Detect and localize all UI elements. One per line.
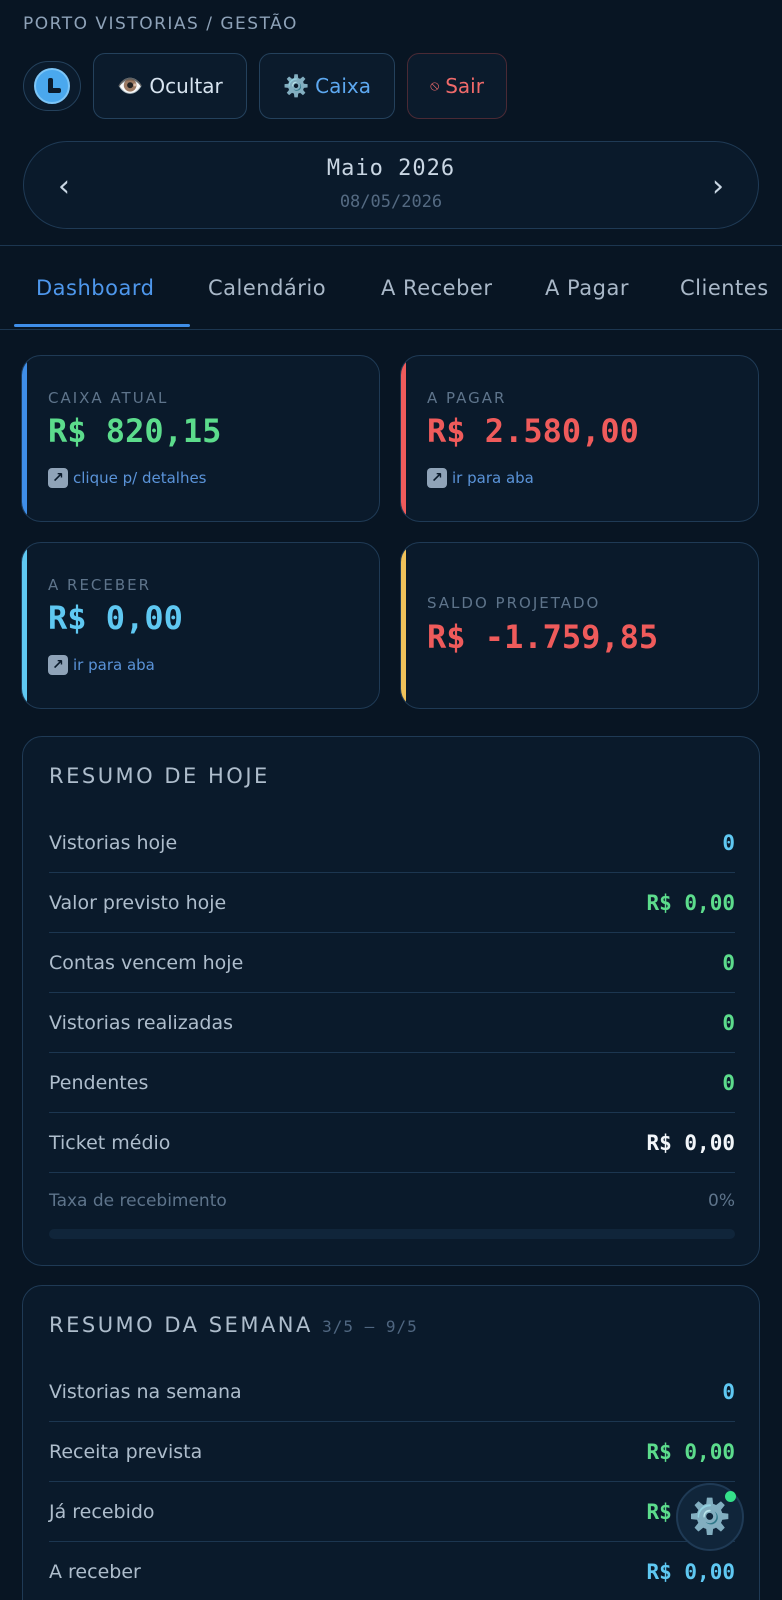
settings-fab[interactable]: ⚙️: [676, 1483, 744, 1551]
status-dot: [725, 1491, 736, 1502]
card-value: R$ 820,15: [48, 412, 222, 450]
card-go-to-tab-link[interactable]: ↗ ir para aba: [427, 468, 534, 488]
card-accent-bar: [401, 356, 406, 521]
summary-row: Vistorias realizadas 0: [49, 993, 735, 1053]
tab-bar: Dashboard Calendário A Receber A Pagar C…: [0, 245, 782, 330]
card-label: CAIXA ATUAL: [48, 389, 169, 407]
hide-values-label: Ocultar: [149, 74, 223, 98]
row-label: Pendentes: [49, 1071, 149, 1094]
logout-icon: ⦸: [430, 78, 440, 94]
avatar-logo-icon: [34, 68, 70, 104]
card-go-to-tab-link[interactable]: ↗ ir para aba: [48, 655, 155, 675]
logout-label: Sair: [445, 74, 484, 98]
caixa-button[interactable]: ⚙️ Caixa: [259, 53, 395, 119]
row-value: R$ 0,00: [646, 1130, 735, 1155]
eye-icon: 👁️: [117, 73, 144, 98]
month-navigator: ‹ Maio 2026 08/05/2026 ›: [23, 141, 759, 229]
tab-calendario[interactable]: Calendário: [208, 246, 326, 329]
summary-row: Receita prevista R$ 0,00: [49, 1422, 735, 1482]
card-label: A RECEBER: [48, 576, 152, 594]
row-label: Valor previsto hoje: [49, 891, 227, 914]
panel-title: RESUMO DE HOJE: [49, 764, 270, 788]
card-link-label: clique p/ detalhes: [73, 469, 207, 487]
logout-button[interactable]: ⦸ Sair: [407, 53, 507, 119]
summary-row: Valor previsto hoje R$ 0,00: [49, 873, 735, 933]
card-accent-bar: [22, 543, 27, 708]
tab-clientes[interactable]: Clientes: [680, 246, 769, 329]
row-label: Vistorias na semana: [49, 1380, 242, 1403]
row-label: Contas vencem hoje: [49, 951, 244, 974]
row-label: Receita prevista: [49, 1440, 203, 1463]
card-link-label: ir para aba: [73, 656, 155, 674]
summary-row: Pendentes 0: [49, 1053, 735, 1113]
week-range: 3/5 – 9/5: [322, 1317, 418, 1336]
summary-row: A receber R$ 0,00: [49, 1542, 735, 1600]
row-value: R$ 0,00: [646, 1439, 735, 1464]
row-value: R$ 0,00: [646, 1559, 735, 1584]
card-label: A PAGAR: [427, 389, 507, 407]
summary-row: Vistorias na semana 0: [49, 1362, 735, 1422]
row-value: 0: [722, 1010, 735, 1035]
receipt-rate-value: 0%: [708, 1191, 735, 1211]
row-label: Já recebido: [49, 1500, 155, 1523]
row-value: 0: [722, 830, 735, 855]
panel-title: RESUMO DA SEMANA 3/5 – 9/5: [49, 1313, 418, 1337]
next-month-chevron-icon[interactable]: ›: [698, 166, 738, 206]
card-accent-bar: [401, 543, 406, 708]
app-brand: PORTO VISTORIAS / GESTÃO: [23, 14, 298, 34]
summary-row: Vistorias hoje 0: [49, 813, 735, 873]
gear-icon: ⚙️: [282, 73, 310, 98]
card-details-link[interactable]: ↗ clique p/ detalhes: [48, 468, 207, 488]
week-title: RESUMO DA SEMANA: [49, 1313, 313, 1337]
current-date: 08/05/2026: [339, 192, 443, 212]
hide-values-button[interactable]: 👁️ Ocultar: [93, 53, 247, 119]
card-saldo-projetado: SALDO PROJETADO R$ -1.759,85: [400, 542, 759, 709]
row-label: A receber: [49, 1560, 141, 1583]
tab-a-receber[interactable]: A Receber: [381, 246, 492, 329]
card-value: R$ 2.580,00: [427, 412, 639, 450]
active-tab-indicator: [14, 324, 190, 327]
row-label: Vistorias hoje: [49, 831, 178, 854]
card-value: R$ 0,00: [48, 599, 183, 637]
week-summary-panel: RESUMO DA SEMANA 3/5 – 9/5 Vistorias na …: [22, 1285, 760, 1600]
card-a-receber[interactable]: A RECEBER R$ 0,00 ↗ ir para aba: [21, 542, 380, 709]
card-a-pagar[interactable]: A PAGAR R$ 2.580,00 ↗ ir para aba: [400, 355, 759, 522]
card-caixa-atual[interactable]: CAIXA ATUAL R$ 820,15 ↗ clique p/ detalh…: [21, 355, 380, 522]
caixa-label: Caixa: [315, 74, 372, 98]
card-label: SALDO PROJETADO: [427, 594, 601, 612]
summary-row: Contas vencem hoje 0: [49, 933, 735, 993]
receipt-rate-progress: [49, 1229, 735, 1239]
summary-row: Já recebido R$ 0,00: [49, 1482, 735, 1542]
arrow-up-right-icon: ↗: [48, 655, 68, 675]
card-value: R$ -1.759,85: [427, 618, 659, 656]
summary-row: Ticket médio R$ 0,00: [49, 1113, 735, 1173]
card-link-label: ir para aba: [452, 469, 534, 487]
row-value: 0: [722, 1379, 735, 1404]
card-accent-bar: [22, 356, 27, 521]
arrow-up-right-icon: ↗: [48, 468, 68, 488]
tab-dashboard[interactable]: Dashboard: [36, 246, 154, 329]
row-label: Vistorias realizadas: [49, 1011, 234, 1034]
current-month: Maio 2026: [326, 156, 456, 181]
receipt-rate-label: Taxa de recebimento: [49, 1191, 227, 1211]
row-value: 0: [722, 1070, 735, 1095]
receipt-rate-row: Taxa de recebimento 0%: [49, 1173, 735, 1229]
gear-icon: ⚙️: [688, 1497, 732, 1537]
arrow-up-right-icon: ↗: [427, 468, 447, 488]
row-label: Ticket médio: [49, 1131, 171, 1154]
row-value: R$ 0,00: [646, 890, 735, 915]
today-summary-panel: RESUMO DE HOJE Vistorias hoje 0 Valor pr…: [22, 736, 760, 1266]
toolbar: 👁️ Ocultar ⚙️ Caixa ⦸ Sair: [23, 53, 507, 119]
row-value: 0: [722, 950, 735, 975]
user-avatar[interactable]: [23, 61, 81, 111]
tab-a-pagar[interactable]: A Pagar: [545, 246, 629, 329]
